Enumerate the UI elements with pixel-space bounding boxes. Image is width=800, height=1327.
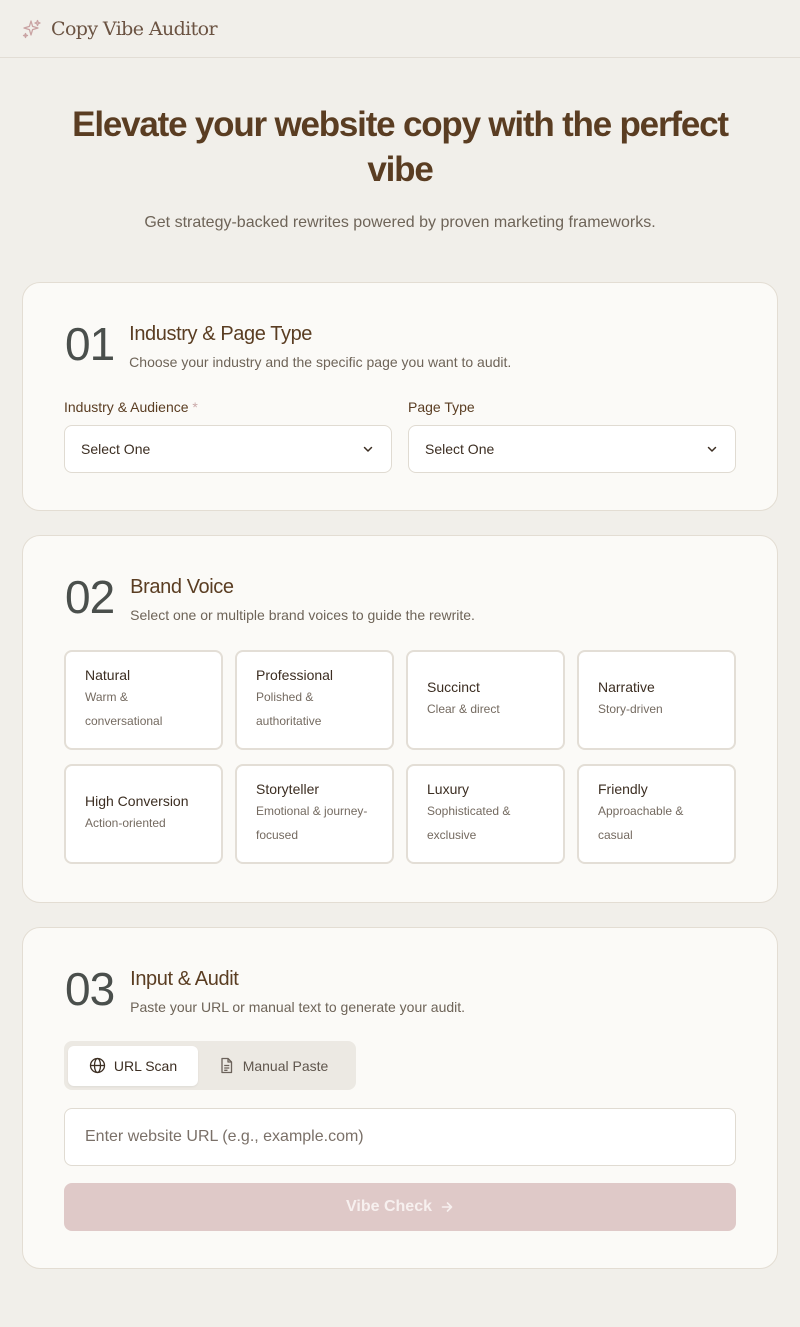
vibe-check-button[interactable]: Vibe Check: [64, 1183, 736, 1231]
voice-option-professional[interactable]: Professional Polished & authoritative: [235, 650, 394, 750]
step2-title: Brand Voice: [130, 576, 234, 598]
page-type-label: Page Type: [408, 399, 475, 415]
step3-number: 03: [65, 963, 115, 1015]
chevron-down-icon: [361, 442, 375, 456]
sparkle-icon: [22, 19, 42, 39]
voice-option-succinct[interactable]: Succinct Clear & direct: [406, 650, 565, 750]
industry-select-value: Select One: [81, 441, 151, 457]
hero-title: Elevate your website copy with the perfe…: [72, 105, 729, 189]
step1-number: 01: [65, 318, 115, 370]
step1-header: 01 Industry & Page Type Choose your indu…: [65, 319, 511, 370]
step2-number: 02: [65, 571, 115, 623]
voice-option-friendly[interactable]: Friendly Approachable & casual: [577, 764, 736, 864]
app-title: Copy Vibe Auditor: [51, 17, 218, 40]
hero-subtitle: Get strategy-backed rewrites powered by …: [144, 214, 656, 231]
step3-title: Input & Audit: [130, 968, 239, 990]
page-type-select-value: Select One: [425, 441, 495, 457]
arrow-right-icon: [440, 1200, 454, 1214]
step2-subtitle: Select one or multiple brand voices to g…: [130, 607, 475, 623]
voice-option-high-conversion[interactable]: High Conversion Action-oriented: [64, 764, 223, 864]
step2-card: 02 Brand Voice Select one or multiple br…: [22, 535, 778, 903]
page-type-select[interactable]: Select One: [408, 425, 736, 473]
app-header: Copy Vibe Auditor: [0, 0, 800, 58]
document-icon: [218, 1057, 235, 1074]
step2-header: 02 Brand Voice Select one or multiple br…: [65, 572, 475, 623]
tab-url-scan[interactable]: URL Scan: [68, 1045, 198, 1086]
step1-title: Industry & Page Type: [129, 323, 313, 345]
voice-option-narrative[interactable]: Narrative Story-driven: [577, 650, 736, 750]
chevron-down-icon: [705, 442, 719, 456]
industry-label: Industry & Audience *: [64, 399, 198, 415]
voice-option-storyteller[interactable]: Storyteller Emotional & journey-focused: [235, 764, 394, 864]
voice-option-natural[interactable]: Natural Warm & conversational: [64, 650, 223, 750]
website-url-input[interactable]: [64, 1108, 736, 1166]
step1-card: 01 Industry & Page Type Choose your indu…: [22, 282, 778, 511]
input-mode-tabs: URL Scan Manual Paste: [64, 1041, 356, 1090]
step3-card: 03 Input & Audit Paste your URL or manua…: [22, 927, 778, 1269]
brand-voice-grid: Natural Warm & conversational Profession…: [64, 650, 736, 864]
required-marker: *: [192, 399, 198, 415]
hero-section: Elevate your website copy with the perfe…: [0, 58, 800, 232]
step3-header: 03 Input & Audit Paste your URL or manua…: [65, 964, 465, 1015]
industry-select[interactable]: Select One: [64, 425, 392, 473]
step3-subtitle: Paste your URL or manual text to generat…: [130, 999, 466, 1015]
step1-subtitle: Choose your industry and the specific pa…: [129, 354, 512, 370]
tab-manual-paste[interactable]: Manual Paste: [198, 1046, 348, 1086]
voice-option-luxury[interactable]: Luxury Sophisticated & exclusive: [406, 764, 565, 864]
globe-icon: [89, 1057, 106, 1074]
